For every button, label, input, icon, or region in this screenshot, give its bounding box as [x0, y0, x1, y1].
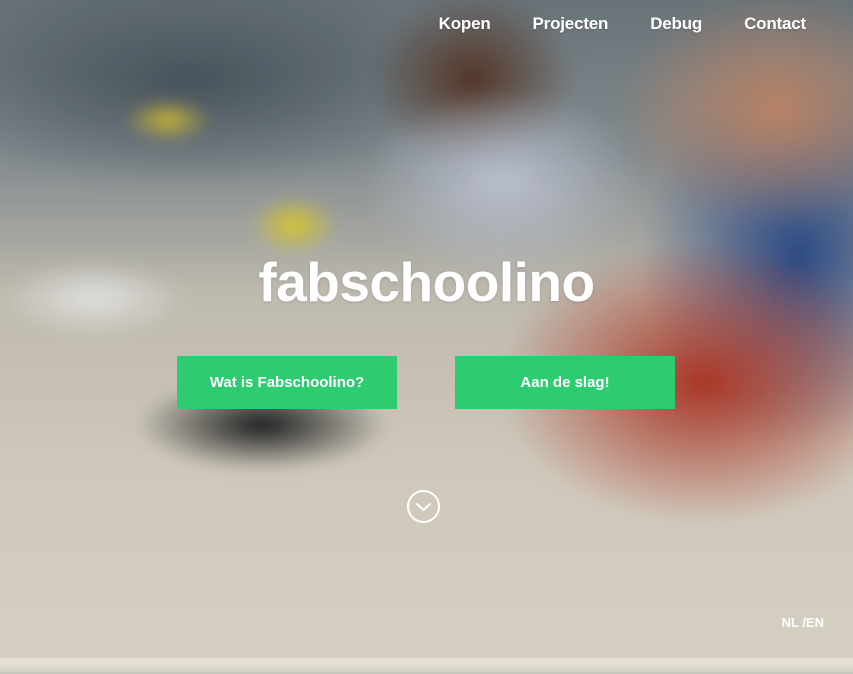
what-is-fabschoolino-button[interactable]: Wat is Fabschoolino?	[177, 356, 397, 409]
language-switcher: NL /EN	[782, 615, 824, 630]
site-logo: fabschoolino	[258, 251, 595, 313]
get-started-button[interactable]: Aan de slag!	[455, 356, 675, 409]
hero-overlay	[0, 0, 853, 658]
chevron-down-icon	[416, 502, 431, 511]
nav-item-projecten[interactable]: Projecten	[533, 14, 609, 34]
nav-item-kopen[interactable]: Kopen	[439, 14, 491, 34]
scroll-down-button[interactable]	[407, 490, 440, 523]
language-nl[interactable]: NL	[782, 615, 799, 630]
language-separator: /	[798, 615, 806, 630]
main-nav: Kopen Projecten Debug Contact	[439, 14, 807, 34]
nav-item-debug[interactable]: Debug	[650, 14, 702, 34]
language-en[interactable]: EN	[806, 615, 824, 630]
nav-item-contact[interactable]: Contact	[744, 14, 806, 34]
